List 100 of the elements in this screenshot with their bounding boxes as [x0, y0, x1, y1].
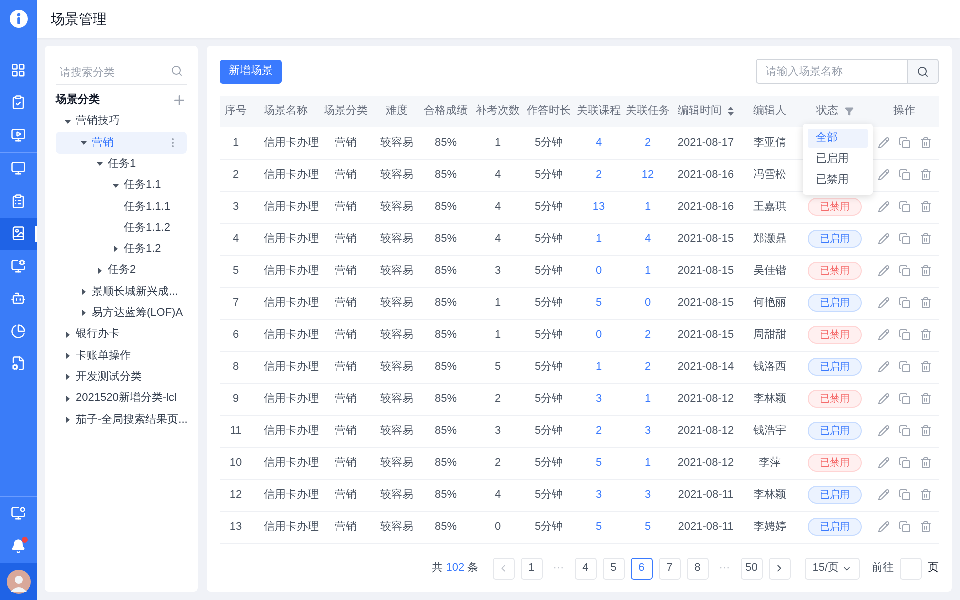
count-link[interactable]: 2	[596, 168, 602, 181]
count-link[interactable]: 2	[644, 360, 652, 373]
tree-item[interactable]: 任务1.1.1	[56, 196, 187, 218]
count-link[interactable]: 5	[596, 520, 602, 533]
caret-icon[interactable]	[80, 138, 88, 147]
caret-icon[interactable]	[96, 266, 104, 275]
copy-icon[interactable]	[898, 265, 910, 277]
edit-icon[interactable]	[878, 265, 890, 277]
tree-item[interactable]: 茄子-全局搜索结果页...	[56, 409, 187, 430]
edit-icon[interactable]	[878, 136, 890, 149]
tree-item[interactable]: 易方达蓝筹(LOF)A	[56, 302, 187, 324]
count-link[interactable]: 3	[644, 488, 652, 501]
count-link[interactable]: 3	[596, 488, 602, 501]
count-link[interactable]: 1	[644, 456, 652, 469]
caret-icon[interactable]	[112, 245, 120, 254]
edit-icon[interactable]	[878, 521, 890, 533]
count-link[interactable]: 1	[596, 360, 602, 373]
delete-icon[interactable]	[920, 361, 932, 373]
count-link[interactable]: 4	[596, 136, 602, 148]
tree-item[interactable]: 开发测试分类	[56, 366, 187, 388]
edit-icon[interactable]	[878, 201, 890, 213]
caret-icon[interactable]	[64, 373, 72, 382]
count-link[interactable]: 5	[596, 456, 602, 469]
delete-icon[interactable]	[920, 521, 932, 533]
copy-icon[interactable]	[898, 393, 910, 405]
copy-icon[interactable]	[898, 136, 910, 149]
sort-icon[interactable]	[728, 107, 734, 116]
add-scene-button[interactable]: 新增场景	[220, 60, 282, 84]
caret-icon[interactable]	[80, 288, 88, 296]
copy-icon[interactable]	[898, 329, 910, 341]
tree-item[interactable]: 任务2	[56, 260, 187, 282]
tree-item[interactable]: 任务1.2	[56, 238, 187, 260]
edit-icon[interactable]	[878, 169, 890, 181]
count-link[interactable]: 1	[644, 264, 652, 277]
copy-icon[interactable]	[898, 521, 910, 533]
count-link[interactable]: 0	[596, 264, 602, 277]
goto-page-field[interactable]	[900, 558, 922, 580]
page-button[interactable]: 50	[740, 558, 763, 580]
bell-icon[interactable]	[11, 539, 26, 554]
caret-icon[interactable]	[64, 352, 72, 360]
edit-icon[interactable]	[878, 329, 890, 341]
edit-icon[interactable]	[878, 297, 890, 309]
caret-icon[interactable]	[64, 330, 72, 339]
caret-icon[interactable]	[96, 160, 104, 168]
tree-item[interactable]: 卡账单操作	[56, 345, 187, 367]
count-link[interactable]: 12	[642, 168, 654, 181]
copy-icon[interactable]	[898, 233, 910, 245]
tree-item[interactable]: 银行办卡	[56, 324, 187, 346]
edit-icon[interactable]	[878, 393, 890, 405]
monitor-icon[interactable]	[11, 506, 26, 521]
copy-icon[interactable]	[898, 361, 910, 373]
count-link[interactable]: 2	[596, 424, 602, 437]
copy-icon[interactable]	[898, 489, 910, 501]
count-link[interactable]: 3	[596, 392, 602, 405]
add-icon[interactable]	[172, 92, 187, 108]
filter-option[interactable]: 已启用	[808, 150, 868, 169]
delete-icon[interactable]	[920, 265, 932, 277]
page-button[interactable]: 7	[658, 558, 681, 580]
delete-icon[interactable]	[920, 489, 932, 501]
copy-icon[interactable]	[898, 169, 910, 181]
tree-search-field[interactable]: 请搜索分类	[56, 62, 187, 84]
copy-icon[interactable]	[898, 201, 910, 213]
delete-icon[interactable]	[920, 136, 932, 149]
edit-icon[interactable]	[878, 361, 890, 373]
caret-icon[interactable]	[112, 182, 120, 190]
caret-icon[interactable]	[64, 394, 72, 402]
page-button[interactable]: 5	[602, 558, 625, 580]
scene-search-field[interactable]: 请输入场景名称	[756, 59, 908, 84]
tree-item[interactable]: 任务1.1.2	[56, 217, 187, 239]
delete-icon[interactable]	[920, 329, 932, 341]
page-button[interactable]: 1	[520, 558, 543, 580]
tree-item[interactable]: 营销	[56, 132, 187, 154]
search-icon[interactable]	[171, 65, 183, 77]
next-page-button[interactable]	[768, 558, 791, 580]
copy-icon[interactable]	[898, 425, 910, 437]
page-button[interactable]: 8	[686, 558, 709, 580]
tree-item[interactable]: 任务1.1	[56, 174, 187, 196]
caret-icon[interactable]	[64, 118, 72, 126]
delete-icon[interactable]	[920, 233, 932, 245]
edit-icon[interactable]	[878, 457, 890, 469]
delete-icon[interactable]	[920, 297, 932, 309]
caret-icon[interactable]	[64, 416, 72, 424]
tree-item[interactable]: 任务1	[56, 154, 187, 175]
count-link[interactable]: 13	[592, 200, 606, 213]
delete-icon[interactable]	[920, 201, 932, 213]
edit-icon[interactable]	[878, 425, 890, 437]
tree-item[interactable]: 2021520新增分类-lcl	[56, 388, 187, 410]
count-link[interactable]: 5	[596, 296, 602, 309]
tree-item[interactable]: 景顺长城新兴成...	[56, 281, 187, 303]
delete-icon[interactable]	[920, 169, 932, 181]
page-button[interactable]: 6	[630, 558, 653, 580]
delete-icon[interactable]	[920, 457, 932, 469]
count-link[interactable]: 0	[596, 328, 602, 341]
copy-icon[interactable]	[898, 297, 910, 309]
caret-icon[interactable]	[80, 309, 88, 318]
delete-icon[interactable]	[920, 425, 932, 437]
avatar[interactable]	[6, 570, 30, 594]
filter-option[interactable]: 全部	[808, 129, 868, 148]
count-link[interactable]: 3	[644, 424, 652, 437]
count-link[interactable]: 1	[644, 392, 652, 405]
